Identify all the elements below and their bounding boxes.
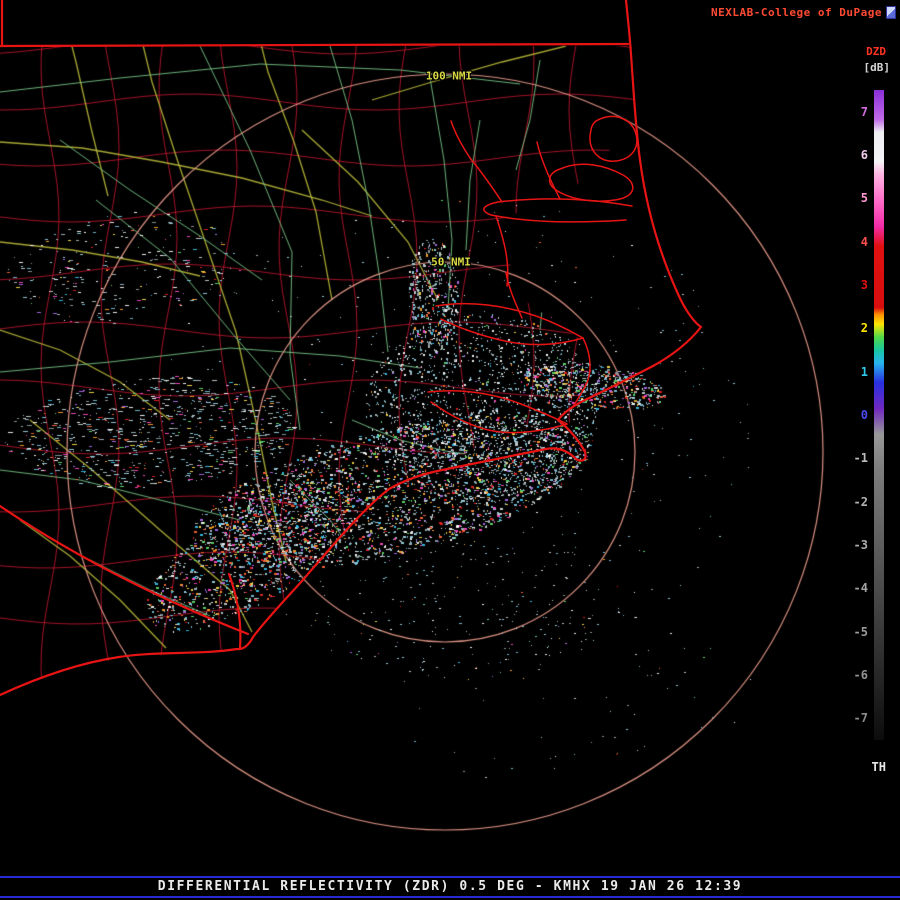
colorbar-tick--5: -5	[853, 624, 868, 639]
colorbar-tick--7: -7	[853, 711, 868, 726]
colorbar-threshold-label: TH	[871, 760, 886, 774]
colorbar-tick--2: -2	[853, 494, 868, 509]
albemarle-sound-outline	[483, 198, 633, 223]
colorbar-product-label: DZD	[866, 45, 886, 58]
state-border-lines	[0, 0, 703, 697]
pamlico-river-north-bank	[440, 318, 584, 346]
colorbar-tick-0: 0	[860, 408, 868, 422]
colorbar-gradient	[874, 90, 884, 740]
river-line	[469, 157, 503, 203]
pamlico-river-south-bank	[435, 302, 584, 339]
colorbar-tick-1: 1	[860, 364, 868, 379]
sound-west-shore	[571, 337, 591, 409]
colorbar-tick--6: -6	[853, 668, 868, 682]
estuary-shorelines	[427, 115, 638, 434]
colorbar-tick--3: -3	[853, 538, 868, 552]
product-title: DIFFERENTIAL REFLECTIVITY (ZDR) 0.5 DEG …	[157, 879, 743, 894]
colorbar: DZD [dB] 7 6 5 4 3 2 1 0 -1 -2 -3 -4 -5 -6 -7 TH	[830, 0, 900, 900]
footer-rule-bottom	[0, 896, 900, 898]
pungo-river-line	[505, 271, 523, 319]
range-ring-label-50nmi: 50 NMI	[431, 255, 471, 269]
colorbar-tick-5: 5	[860, 191, 868, 206]
radar-display: NEXLAB-College of DuPage DZD [dB] 765432…	[0, 0, 900, 900]
cape-fear-river-line	[227, 572, 242, 650]
neuse-river-south-bank	[427, 390, 568, 425]
footer-rule-top	[0, 876, 900, 878]
state-boundaries-overlay	[0, 0, 703, 697]
colorbar-tick-3: 3	[860, 278, 868, 292]
colorbar-tick-6: 6	[860, 148, 868, 162]
nc-sc-border-line	[0, 504, 250, 636]
colorbar-units-label: [dB]	[863, 61, 891, 74]
colorbar-tick-4: 4	[860, 234, 868, 249]
colorbar-tick-7: 7	[860, 104, 868, 119]
va-nc-border-line	[0, 42, 630, 48]
estuary-loop	[589, 115, 638, 162]
estuary-loop	[548, 163, 634, 202]
colorbar-tick-2: 2	[860, 321, 868, 336]
coastline-outer-banks	[0, 0, 703, 697]
neuse-river-north-bank	[430, 401, 568, 434]
colorbar-tick--1: -1	[853, 451, 868, 466]
colorbar-tick--4: -4	[853, 581, 868, 596]
range-ring-label-100nmi: 100 NMI	[425, 69, 473, 83]
river-line	[450, 120, 471, 159]
